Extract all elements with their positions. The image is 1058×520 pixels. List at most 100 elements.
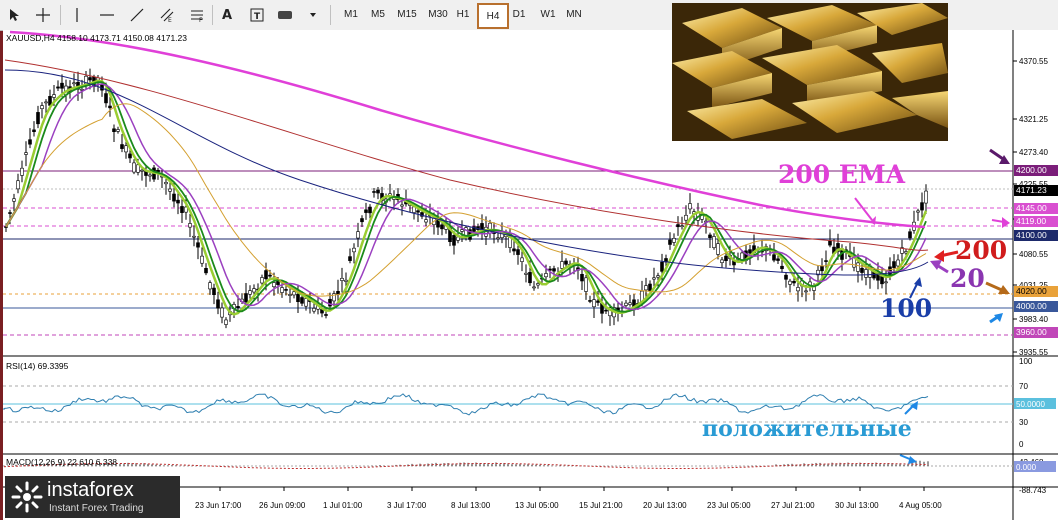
time-tick-label: 30 Jul 13:00 xyxy=(835,501,879,510)
time-tick-label: 27 Jul 21:00 xyxy=(771,501,815,510)
candle-body xyxy=(120,144,124,149)
candle-body xyxy=(672,238,676,243)
text-tool-icon[interactable]: A xyxy=(218,4,236,26)
timeframe-m5[interactable]: M5 xyxy=(365,4,391,25)
candle-body xyxy=(892,261,896,268)
candle-body xyxy=(372,191,376,193)
candle-body xyxy=(12,198,16,202)
candle-body xyxy=(788,280,792,285)
candle-body xyxy=(860,267,864,273)
candle-body xyxy=(920,202,924,211)
candle-body xyxy=(908,231,912,239)
macd-tag-label: 0.000 xyxy=(1016,463,1037,472)
candle-body xyxy=(644,285,648,291)
candle-body xyxy=(344,279,348,282)
candle-body xyxy=(72,82,76,85)
candle-body xyxy=(544,273,548,278)
crosshair-tool-icon[interactable] xyxy=(34,4,52,26)
timeframe-m1[interactable]: M1 xyxy=(338,4,364,25)
symbol-header: XAUUSD,H4 4158.10 4173.71 4150.08 4171.2… xyxy=(6,33,187,43)
candle-body xyxy=(528,272,532,284)
timeframe-mn[interactable]: MN xyxy=(563,4,585,25)
candle-body xyxy=(296,293,300,303)
candle-body xyxy=(748,249,752,254)
candle-body xyxy=(168,188,172,192)
price-tag: 4020.00 xyxy=(1014,286,1058,297)
candle-body xyxy=(356,231,360,239)
text-label-tool-icon[interactable]: T xyxy=(248,4,266,26)
horizontal-line-tool-icon[interactable] xyxy=(98,4,116,26)
candle-body xyxy=(260,277,264,284)
candle-body xyxy=(376,189,380,194)
candle-body xyxy=(192,235,196,238)
fibonacci-tool-icon[interactable]: F xyxy=(188,4,206,26)
toolbar-separator xyxy=(212,5,213,25)
candle-body xyxy=(16,180,20,190)
price-tick-label: 4080.55 xyxy=(1019,250,1048,259)
candle-body xyxy=(216,299,220,309)
timeframe-h4[interactable]: H4 xyxy=(477,3,509,29)
timeframe-d1[interactable]: D1 xyxy=(509,4,529,25)
time-tick-label: 4 Aug 05:00 xyxy=(899,501,942,510)
price-tick-label: 3983.40 xyxy=(1019,315,1048,324)
candle-body xyxy=(592,299,596,308)
candle-body xyxy=(580,274,584,282)
candle-body xyxy=(896,259,900,267)
candle-body xyxy=(292,291,296,296)
timeframe-m15[interactable]: M15 xyxy=(392,4,422,25)
candle-body xyxy=(212,287,216,296)
candle-body xyxy=(244,293,248,303)
candle-body xyxy=(512,248,516,252)
candle-body xyxy=(536,283,540,286)
timeframe-w1[interactable]: W1 xyxy=(535,4,561,25)
cursor-tool-icon[interactable] xyxy=(6,4,24,26)
candle-body xyxy=(680,225,684,228)
time-tick-label: 26 Jun 09:00 xyxy=(259,501,306,510)
candle-body xyxy=(352,247,356,253)
rsi-tick-label: 70 xyxy=(1019,382,1028,391)
candle-body xyxy=(24,152,28,155)
candle-body xyxy=(416,210,420,213)
annotation-positive: положительные xyxy=(702,416,912,442)
candle-body xyxy=(656,275,660,278)
candle-body xyxy=(720,259,724,263)
candle-body xyxy=(440,224,444,230)
rsi-label: RSI(14) 69.3395 xyxy=(6,361,69,371)
candle-body xyxy=(340,277,344,281)
candle-body xyxy=(532,286,536,289)
candle-body xyxy=(300,297,304,304)
candle-body xyxy=(164,182,168,185)
time-tick-label: 13 Jul 05:00 xyxy=(515,501,559,510)
candle-body xyxy=(784,274,788,280)
candle-body xyxy=(36,112,40,125)
macd-tick-label: -88.743 xyxy=(1019,486,1047,495)
candle-body xyxy=(688,203,692,210)
candle-body xyxy=(172,193,176,202)
candle-body xyxy=(520,257,524,262)
candle-body xyxy=(268,274,272,277)
candle-body xyxy=(44,101,48,104)
arrows-tool-icon[interactable] xyxy=(274,4,322,26)
candle-body xyxy=(132,162,136,173)
candle-body xyxy=(564,260,568,265)
candle-body xyxy=(196,242,200,248)
timeframe-m30[interactable]: M30 xyxy=(423,4,453,25)
candle-body xyxy=(552,268,556,272)
candle-body xyxy=(856,262,860,272)
svg-text:T: T xyxy=(254,12,261,22)
candle-body xyxy=(208,282,212,290)
rsi-tick-label: 100 xyxy=(1019,357,1033,366)
timeframe-h1[interactable]: H1 xyxy=(452,4,474,25)
candle-body xyxy=(560,261,564,269)
candle-body xyxy=(176,199,180,204)
annotation-ema200: 200 EMA xyxy=(778,160,906,189)
candle-body xyxy=(604,309,608,312)
candle-body xyxy=(220,307,224,318)
trendline-tool-icon[interactable] xyxy=(128,4,146,26)
vertical-line-tool-icon[interactable] xyxy=(68,4,86,26)
candle-body xyxy=(280,287,284,293)
candle-body xyxy=(648,283,652,292)
candle-body xyxy=(776,258,780,261)
equidistant-channel-tool-icon[interactable]: E xyxy=(158,4,176,26)
candle-body xyxy=(880,276,884,285)
